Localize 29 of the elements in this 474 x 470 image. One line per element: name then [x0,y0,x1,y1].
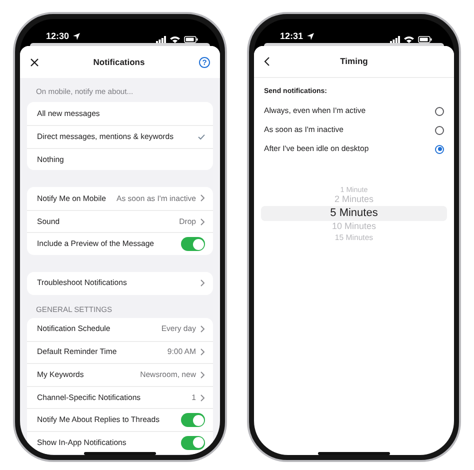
chevron-right-icon [200,348,205,356]
chevron-right-icon [200,279,205,288]
chevron-right-icon [200,218,205,226]
toggle-switch[interactable] [181,413,205,428]
location-icon [307,32,314,40]
chevron-right-icon [200,194,205,202]
location-icon [73,32,80,40]
battery-icon [418,36,432,43]
radio-button[interactable] [435,144,444,154]
chevron-right-icon [200,394,205,402]
toggle-switch[interactable] [181,237,205,252]
toggle-switch[interactable] [181,436,205,450]
signal-icon [390,36,400,43]
chevron-right-icon [200,370,205,379]
screen-title: Timing [340,55,368,68]
status-time: 12:31 [280,30,304,42]
checkmark-icon [198,134,205,140]
status-time: 12:30 [46,30,70,42]
radio-button[interactable] [435,126,444,134]
wifi-icon [170,36,180,43]
wifi-icon [404,36,414,43]
picker-option[interactable]: 5 Minutes [261,206,447,222]
battery-icon [184,36,198,43]
close-icon[interactable] [30,58,39,66]
signal-icon [156,36,166,43]
back-icon[interactable] [264,57,270,66]
chevron-right-icon [200,325,205,334]
screen-title: Notifications [93,56,145,68]
radio-button[interactable] [435,106,444,116]
